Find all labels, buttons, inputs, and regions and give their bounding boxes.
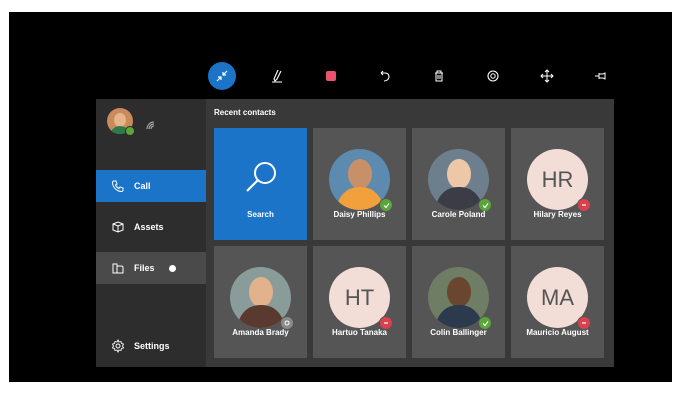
section-title: Recent contacts	[214, 108, 276, 117]
sidebar-item-label: Call	[134, 181, 151, 191]
contact-tile[interactable]: MA Mauricio August	[511, 246, 604, 358]
sidebar-item-label: Assets	[134, 222, 164, 232]
color-swatch-icon[interactable]	[317, 62, 345, 90]
photo-body	[436, 305, 482, 328]
delete-icon[interactable]	[425, 62, 453, 90]
photo-body	[337, 187, 383, 210]
toolbar	[205, 62, 615, 90]
contact-tile[interactable]: HT Hartuo Tanaka	[313, 246, 406, 358]
photo-face	[348, 159, 372, 189]
undo-icon[interactable]	[371, 62, 399, 90]
contact-tile[interactable]: Carole Poland	[412, 128, 505, 240]
avatar-face	[114, 113, 126, 127]
contact-tile[interactable]: Daisy Phillips	[313, 128, 406, 240]
contact-tile[interactable]: Colin Ballinger	[412, 246, 505, 358]
wifi-icon	[145, 117, 157, 135]
collapse-icon[interactable]	[208, 62, 236, 90]
sidebar-item-call[interactable]: Call	[96, 170, 206, 202]
camera-icon[interactable]	[479, 62, 507, 90]
photo-face	[249, 277, 273, 307]
tile-label: Carole Poland	[431, 210, 486, 219]
photo-face	[447, 277, 471, 307]
tile-label: Daisy Phillips	[333, 210, 386, 219]
pen-icon[interactable]	[263, 62, 291, 90]
contact-tile[interactable]: HR Hilary Reyes	[511, 128, 604, 240]
sidebar-item-settings[interactable]: Settings	[96, 330, 206, 362]
files-indicator-dot	[168, 264, 176, 272]
phone-icon	[110, 178, 126, 194]
files-icon	[110, 260, 126, 276]
tile-label: Amanda Brady	[232, 328, 289, 337]
sidebar: Call Assets Files Settings	[96, 99, 206, 367]
photo-face	[447, 159, 471, 189]
photo-body	[436, 187, 482, 210]
contact-tile[interactable]: Amanda Brady	[214, 246, 307, 358]
tile-label: Search	[247, 210, 274, 219]
tile-label: Colin Ballinger	[430, 328, 487, 337]
search-tile[interactable]: Search	[214, 128, 307, 240]
assets-icon	[110, 219, 126, 235]
sidebar-item-assets[interactable]: Assets	[96, 211, 206, 243]
user-status-badge	[125, 126, 135, 136]
sidebar-item-label: Files	[134, 263, 155, 273]
photo-body	[238, 305, 284, 328]
gear-icon	[110, 338, 126, 354]
tile-label: Hilary Reyes	[533, 210, 582, 219]
sidebar-item-files[interactable]: Files	[96, 252, 206, 284]
sidebar-item-label: Settings	[134, 341, 170, 351]
recent-contacts-panel: Recent contacts Search Daisy Phillips Ca…	[206, 99, 614, 367]
search-icon	[241, 158, 281, 203]
move-icon[interactable]	[533, 62, 561, 90]
pin-icon[interactable]	[587, 62, 615, 90]
tile-label: Mauricio August	[526, 328, 589, 337]
tile-label: Hartuo Tanaka	[332, 328, 387, 337]
